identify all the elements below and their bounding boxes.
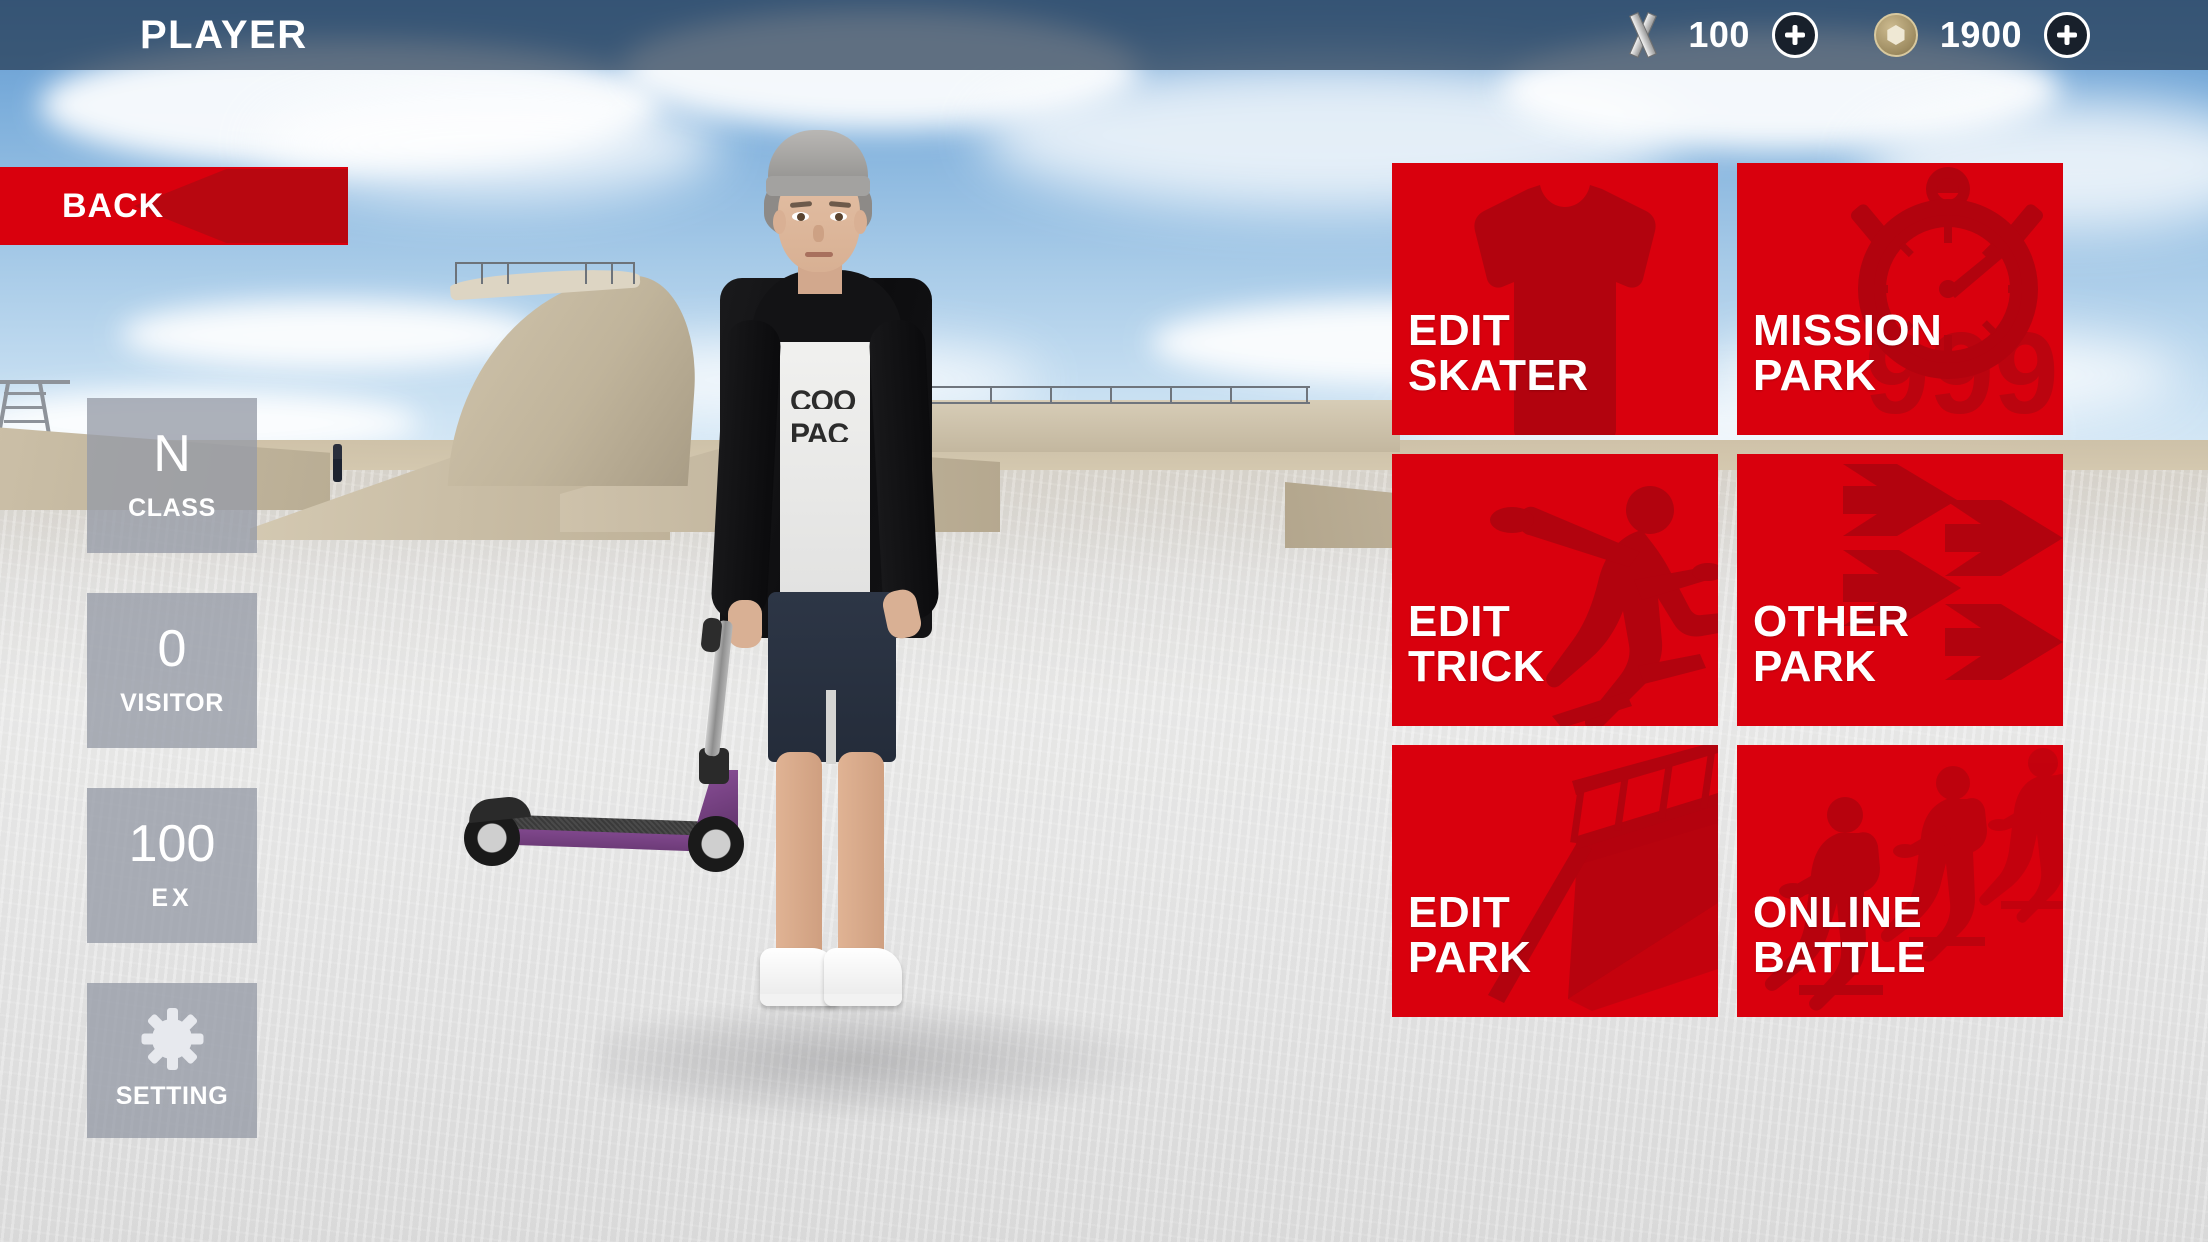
menu-tile-mission-park-label: MISSION PARK (1737, 306, 1943, 435)
currency-gold-coin: 1900 (1873, 12, 2090, 58)
menu-tile-edit-park-label: EDIT PARK (1392, 888, 1532, 1017)
main-menu-grid: EDIT SKATER 999 (1392, 163, 2063, 1017)
menu-tile-online-battle[interactable]: ONLINE BATTLE (1737, 745, 2063, 1017)
stat-ex[interactable]: 100 EX (87, 788, 257, 943)
add-x-token-button[interactable] (1771, 12, 1818, 58)
tile-line2: TRICK (1408, 642, 1545, 692)
back-button[interactable]: BACK (0, 167, 348, 245)
setting-button-label: SETTING (115, 1082, 229, 1110)
stat-ex-value: 100 (128, 815, 216, 873)
tile-line2: PARK (1753, 351, 1877, 401)
left-arrow-icon (134, 169, 348, 243)
tile-line2: PARK (1408, 933, 1532, 983)
menu-tile-edit-skater-label: EDIT SKATER (1392, 306, 1589, 435)
gold-coin-value: 1900 (1939, 14, 2022, 55)
tshirt-text-line1: COO (790, 385, 856, 409)
menu-tile-online-battle-label: ONLINE BATTLE (1737, 888, 1927, 1017)
stat-class-label: CLASS (128, 494, 216, 522)
menu-tile-other-park[interactable]: OTHER PARK (1737, 454, 2063, 726)
currency-group: 100 1900 (1620, 11, 2090, 59)
menu-tile-edit-trick-label: EDIT TRICK (1392, 597, 1545, 726)
menu-tile-mission-park[interactable]: 999 MISSION PARK (1737, 163, 2063, 435)
add-gold-coin-button[interactable] (2044, 12, 2090, 58)
x-token-value: 100 (1688, 14, 1750, 55)
stat-ex-label: EX (151, 884, 193, 912)
menu-tile-other-park-label: OTHER PARK (1737, 597, 1910, 726)
tile-line1: ONLINE (1753, 888, 1923, 938)
tile-line2: SKATER (1408, 351, 1589, 401)
tile-line1: MISSION (1753, 306, 1943, 356)
top-hud-bar: PLAYER 100 1900 (0, 0, 2208, 70)
tile-line2: PARK (1753, 642, 1877, 692)
menu-tile-edit-park[interactable]: EDIT PARK (1392, 745, 1718, 1017)
setting-button[interactable]: SETTING (87, 983, 257, 1138)
stat-visitor-label: VISITOR (120, 689, 224, 717)
currency-x-token: 100 (1620, 11, 1818, 59)
menu-tile-edit-skater[interactable]: EDIT SKATER (1392, 163, 1718, 435)
tile-line1: EDIT (1408, 888, 1511, 938)
stat-class-value: N (153, 425, 191, 483)
gear-icon (141, 1008, 204, 1070)
distant-npc (333, 444, 342, 482)
stat-visitor[interactable]: 0 VISITOR (87, 593, 257, 748)
stat-visitor-value: 0 (157, 620, 187, 678)
tile-line1: EDIT (1408, 306, 1511, 356)
tile-line1: EDIT (1408, 597, 1511, 647)
back-button-label: BACK (62, 186, 165, 225)
tshirt-text-line2: PAC (790, 418, 849, 442)
park-big-ramp-rail (455, 262, 635, 286)
cloud (120, 300, 540, 370)
stat-class[interactable]: N CLASS (87, 398, 257, 553)
gold-coin-icon (1873, 13, 1918, 57)
player-stats-panel: N CLASS 0 VISITOR 100 EX SETTING (87, 398, 257, 1178)
page-title: PLAYER (140, 12, 308, 57)
tile-line1: OTHER (1753, 597, 1910, 647)
tile-line2: BATTLE (1753, 933, 1927, 983)
x-token-icon (1620, 11, 1666, 59)
player-scooter (460, 617, 780, 890)
menu-tile-edit-trick[interactable]: EDIT TRICK (1392, 454, 1718, 726)
